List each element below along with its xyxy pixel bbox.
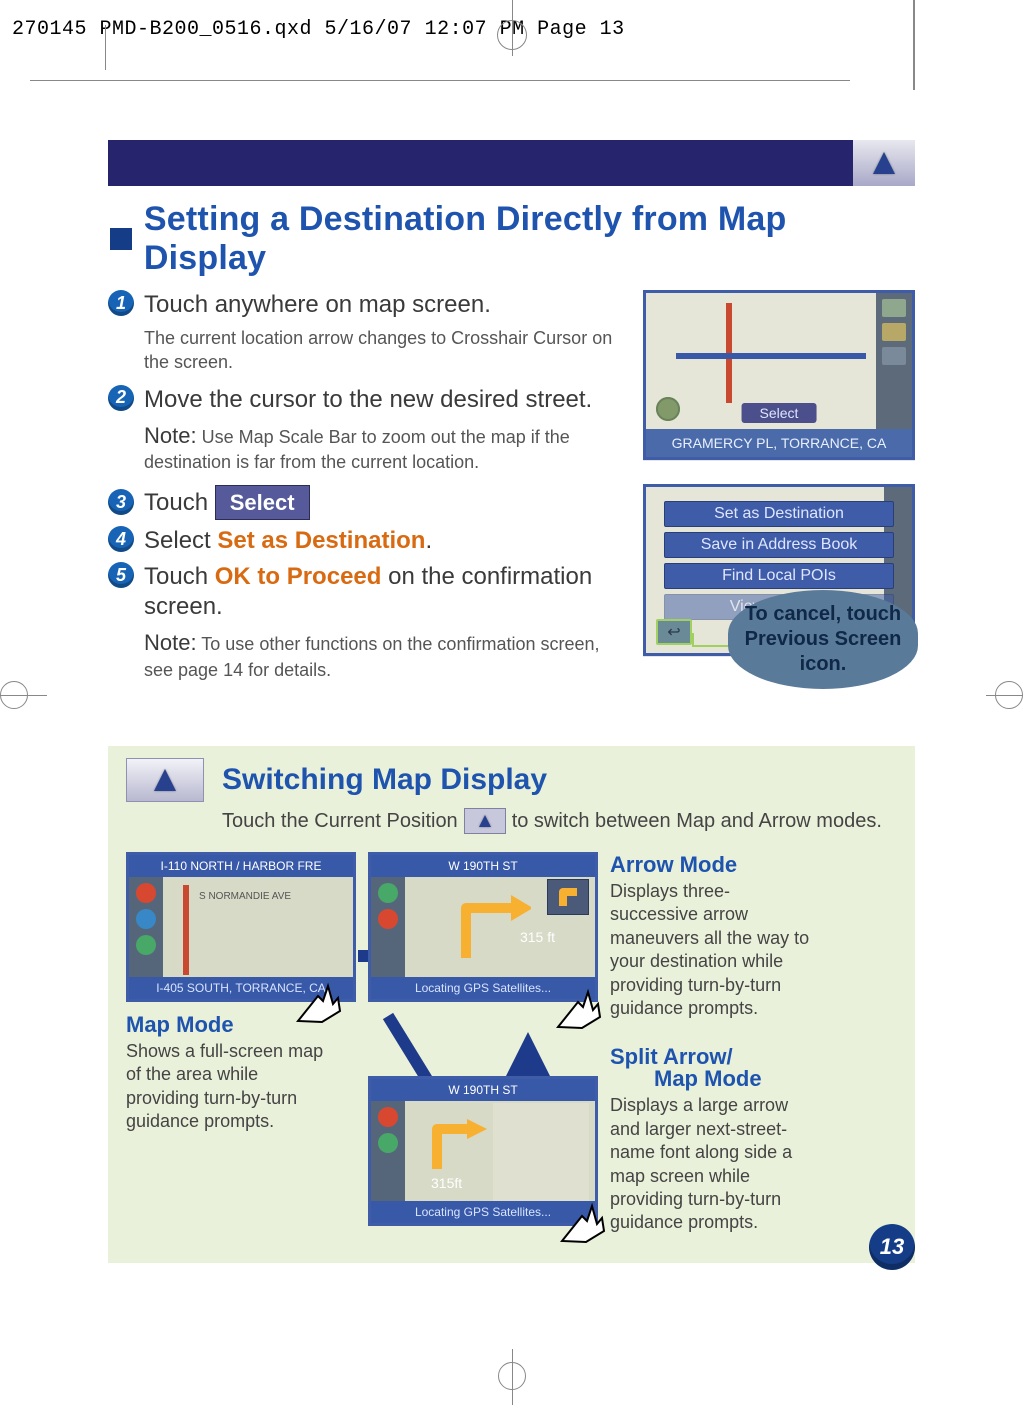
- step-5-pre: Touch: [144, 563, 208, 590]
- step-badge-2: 2: [108, 385, 134, 411]
- step-3-pre: Touch: [144, 489, 208, 516]
- split-mode-topbar: W 190TH ST: [371, 1079, 595, 1101]
- step-4-pre: Select: [144, 527, 211, 554]
- step-2-title: Move the cursor to the new desired stree…: [144, 385, 592, 415]
- split-mode-distance: 315ft: [431, 1175, 462, 1191]
- menu-find-pois: Find Local POIs: [664, 563, 894, 589]
- note-label-2: Note:: [144, 630, 197, 655]
- trim-lines: [0, 0, 1023, 90]
- screenshot-context-menu: Set as Destination Save in Address Book …: [643, 484, 915, 656]
- step-1-sub: The current location arrow changes to Cr…: [144, 326, 615, 375]
- step-badge-4: 4: [108, 526, 134, 552]
- crop-mark-right: [995, 681, 1023, 709]
- home-icon: [656, 397, 680, 421]
- section2-title: Switching Map Display: [222, 763, 547, 797]
- step-5-highlight: OK to Proceed: [215, 563, 382, 590]
- split-mode-desc: Displays a large arrow and larger next-s…: [610, 1094, 810, 1234]
- arrow-mode-label: Arrow Mode: [610, 852, 810, 878]
- screenshot-arrow-mode: W 190TH ST 315 ft Locating GPS Satellite…: [368, 852, 598, 1002]
- split-mode-label-2: Map Mode: [654, 1066, 810, 1092]
- step-badge-1: 1: [108, 290, 134, 316]
- pointer-hand-icon-3: [552, 1196, 612, 1246]
- page-number: 13: [869, 1224, 915, 1270]
- step-5-sub: Note: To use other functions on the conf…: [144, 628, 615, 682]
- menu-set-destination: Set as Destination: [664, 501, 894, 527]
- arrow-mode-desc: Displays three-successive arrow maneuver…: [610, 880, 810, 1020]
- step-4-title: Select Set as Destination.: [144, 526, 432, 556]
- arrow-mode-distance: 315 ft: [520, 929, 555, 945]
- pointer-hand-icon-2: [548, 982, 608, 1032]
- pointer-hand-icon: [288, 976, 348, 1026]
- menu-save-address: Save in Address Book: [664, 532, 894, 558]
- crop-mark-bottom: [498, 1362, 526, 1390]
- map-mode-topbar: I-110 NORTH / HARBOR FRE: [129, 855, 353, 877]
- step-1-title: Touch anywhere on map screen.: [144, 290, 491, 320]
- intro-pre: Touch the Current Position: [222, 810, 458, 833]
- screenshot-map-select: Select GRAMERCY PL, TORRANCE, CA: [643, 290, 915, 460]
- note-label: Note:: [144, 423, 197, 448]
- step-5-title: Touch OK to Proceed on the confirmation …: [144, 562, 615, 622]
- step-2-sub: Note: Use Map Scale Bar to zoom out the …: [144, 421, 615, 475]
- previous-screen-icon: [656, 619, 692, 645]
- page-heading: Setting a Destination Directly from Map …: [144, 200, 915, 278]
- step-2-note-text: Use Map Scale Bar to zoom out the map if…: [144, 427, 570, 473]
- map-select-button: Select: [742, 403, 817, 423]
- select-button-graphic: Select: [215, 485, 310, 521]
- step-badge-3: 3: [108, 489, 134, 515]
- current-position-icon: [464, 808, 506, 834]
- brand-logo-icon: [853, 140, 915, 186]
- step-3-title: Touch Select: [144, 485, 310, 521]
- map-mode-street: S NORMANDIE AVE: [199, 891, 291, 902]
- heading-bullet-icon: [110, 228, 132, 250]
- crop-mark-left: [0, 681, 28, 709]
- step-badge-5: 5: [108, 562, 134, 588]
- step-4-post: .: [425, 527, 432, 554]
- section2-intro: Touch the Current Position to switch bet…: [222, 808, 897, 834]
- intro-post: to switch between Map and Arrow modes.: [512, 810, 882, 833]
- section-header-bar: [108, 140, 915, 186]
- cancel-callout: To cancel, touch Previous Screen icon.: [728, 590, 918, 689]
- map-status-bar: GRAMERCY PL, TORRANCE, CA: [646, 429, 912, 457]
- mini-arrow-icon: [547, 879, 589, 915]
- map-mode-desc: Shows a full-screen map of the area whil…: [126, 1040, 326, 1134]
- step-4-highlight: Set as Destination: [217, 527, 425, 554]
- step-5-note-text: To use other functions on the confirmati…: [144, 634, 600, 680]
- section-logo-icon: [126, 758, 204, 802]
- arrow-mode-topbar: W 190TH ST: [371, 855, 595, 877]
